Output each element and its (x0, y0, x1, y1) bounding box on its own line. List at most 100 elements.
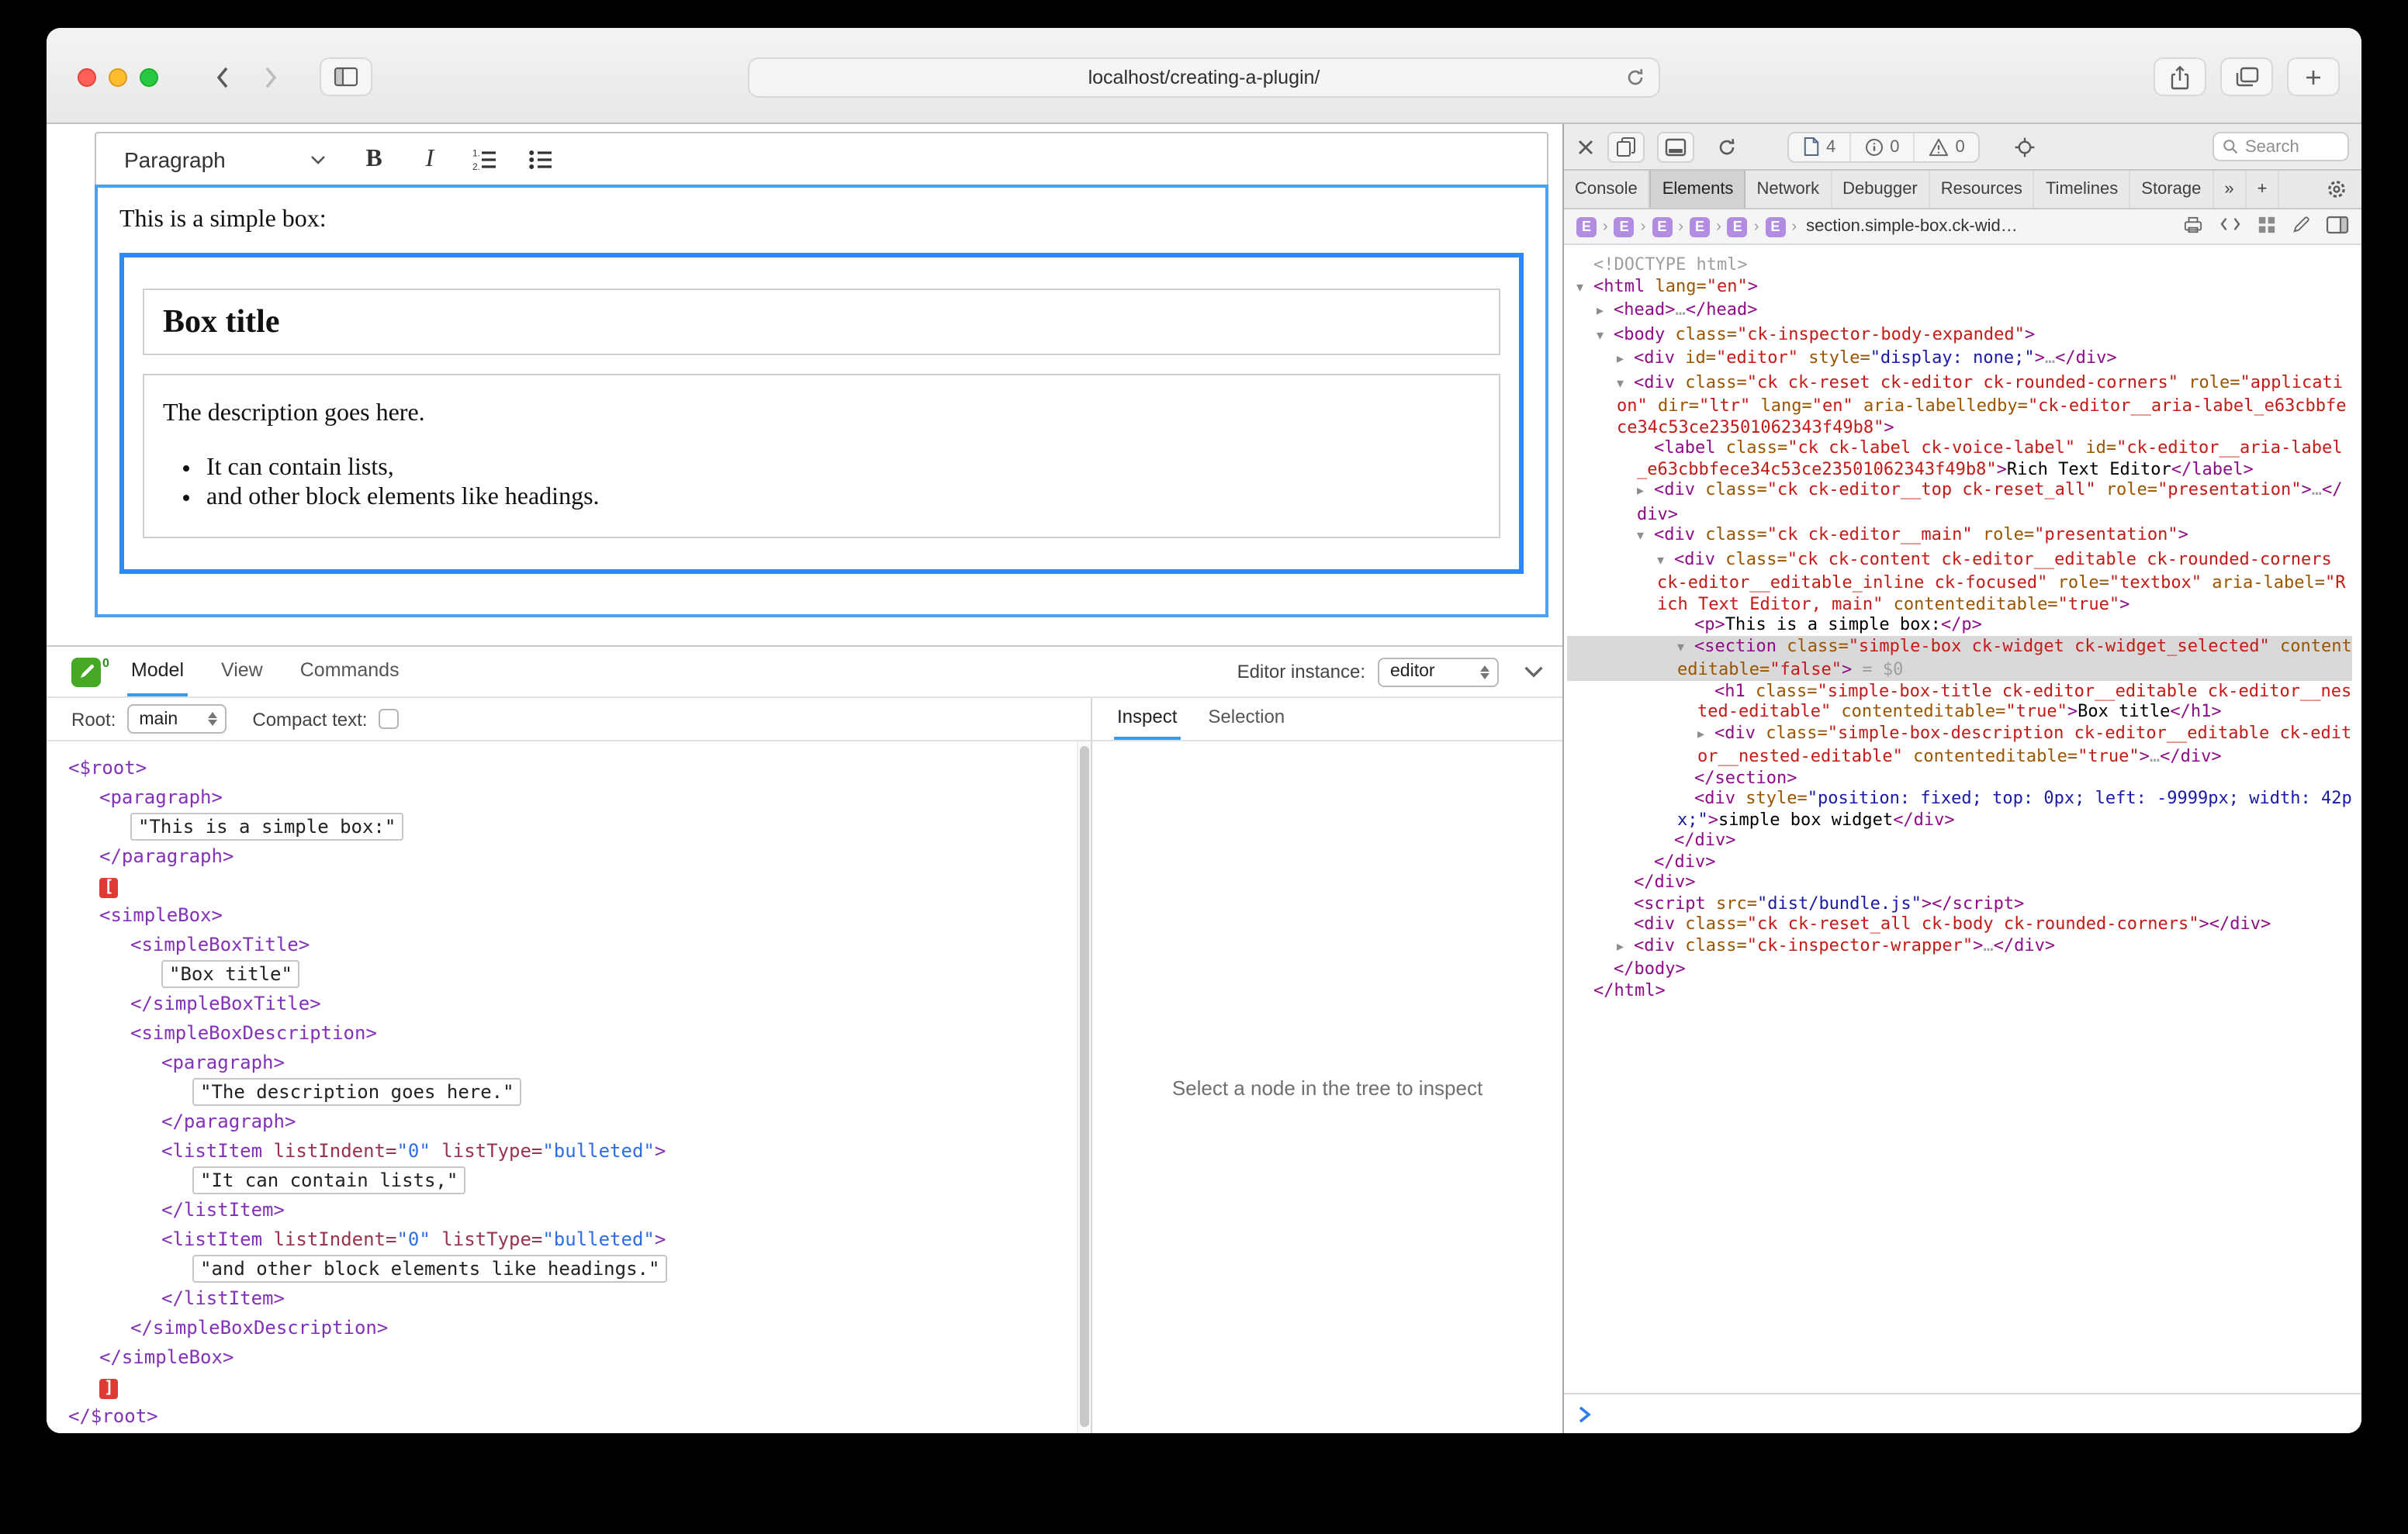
disclosure-triangle-icon[interactable]: ▸ (1637, 482, 1654, 503)
disclosure-triangle-icon[interactable]: ▸ (1617, 351, 1634, 371)
add-tab-button[interactable]: + (2247, 171, 2280, 208)
element-crumb-icon[interactable]: E (1728, 216, 1748, 237)
model-text-node[interactable]: "Box title" (161, 960, 300, 988)
dom-tree-node[interactable]: ▾<html lang="en"> (1567, 275, 2352, 299)
model-tree-node[interactable]: "This is a simple box:" (68, 813, 1069, 842)
disclosure-triangle-icon[interactable]: ▾ (1576, 278, 1593, 299)
side-tab-inspect[interactable]: Inspect (1114, 706, 1180, 740)
model-tree-node[interactable]: </$root> (68, 1402, 1069, 1432)
model-tree-node[interactable]: </paragraph> (68, 842, 1069, 872)
model-tree-scrollbar[interactable] (1077, 741, 1091, 1433)
model-tree-node[interactable]: </simpleBoxTitle> (68, 990, 1069, 1019)
model-text-node[interactable]: "The description goes here." (192, 1078, 522, 1106)
forward-button[interactable] (254, 62, 289, 93)
search-input[interactable]: Search (2213, 132, 2349, 161)
dom-tree-node[interactable]: <label class="ck ck-label ck-voice-label… (1567, 437, 2352, 479)
disclosure-triangle-icon[interactable]: ▸ (1697, 725, 1714, 746)
devtools-tab-resources[interactable]: Resources (1930, 171, 2035, 208)
dom-tree-node[interactable]: ▾<section class="simple-box ck-widget ck… (1567, 635, 2352, 680)
dom-tree-node[interactable]: <div style="position: fixed; top: 0px; l… (1567, 788, 2352, 830)
model-tree-node[interactable]: </listItem> (68, 1284, 1069, 1314)
dom-tree-node[interactable]: ▸<div id="editor" style="display: none;"… (1567, 347, 2352, 371)
model-tree-node[interactable]: <simpleBoxTitle> (68, 931, 1069, 960)
model-tree-node[interactable]: "Box title" (68, 960, 1069, 990)
model-tree-node[interactable]: </listItem> (68, 1196, 1069, 1225)
model-tree-node[interactable]: <simpleBoxDescription> (68, 1019, 1069, 1049)
reload-icon[interactable] (1624, 67, 1646, 96)
dom-tree-node[interactable]: <p>This is a simple box:</p> (1567, 614, 2352, 635)
warning-count-badge[interactable]: 0 (1915, 133, 1979, 161)
element-crumb-icon[interactable]: E (1652, 216, 1672, 237)
model-tree-node[interactable]: [ (68, 872, 1069, 901)
dom-tree-node[interactable]: ▾<div class="ck ck-reset ck-editor ck-ro… (1567, 371, 2352, 437)
tabs-overflow-button[interactable]: » (2213, 171, 2246, 208)
dom-tree-node[interactable]: </body> (1567, 959, 2352, 979)
editor-editable-area[interactable]: This is a simple box: Box title The desc… (95, 185, 1548, 617)
model-tree-node[interactable]: </simpleBoxDescription> (68, 1314, 1069, 1343)
numbered-list-button[interactable]: 1.2. (462, 139, 509, 179)
dom-tree-node[interactable]: ▾<div class="ck ck-editor__main" role="p… (1567, 524, 2352, 548)
model-tree-node[interactable]: <$root> (68, 754, 1069, 783)
dom-tree-node[interactable]: <!DOCTYPE html> (1567, 254, 2352, 275)
disclosure-triangle-icon[interactable]: ▾ (1637, 527, 1654, 548)
minimize-button[interactable] (109, 68, 127, 87)
dom-tree-node[interactable]: <h1 class="simple-box-title ck-editor__e… (1567, 680, 2352, 722)
model-tree-node[interactable]: <paragraph> (68, 1049, 1069, 1078)
model-tree-node[interactable]: </paragraph> (68, 1107, 1069, 1137)
simple-box-title-field[interactable]: Box title (143, 288, 1500, 355)
devtools-tab-network[interactable]: Network (1745, 171, 1832, 208)
dom-tree-node[interactable]: ▾<div class="ck ck-content ck-editor__ed… (1567, 548, 2352, 614)
sidebar-toggle-button[interactable] (320, 57, 372, 96)
model-tree-node[interactable]: <listItem listIndent="0" listType="bulle… (68, 1225, 1069, 1255)
model-tree-node[interactable]: <listItem listIndent="0" listType="bulle… (68, 1137, 1069, 1166)
model-tree-node[interactable]: </simpleBox> (68, 1343, 1069, 1373)
disclosure-triangle-icon[interactable]: ▾ (1617, 375, 1634, 396)
tab-count-badge[interactable]: 4 (1789, 133, 1851, 161)
disclosure-triangle-icon[interactable]: ▾ (1657, 551, 1674, 572)
tab-commands[interactable]: Commands (297, 647, 403, 696)
list-item[interactable]: and other block elements like headings. (206, 482, 1480, 512)
model-text-node[interactable]: "and other block elements like headings.… (192, 1255, 667, 1283)
element-crumb-icon[interactable]: E (1576, 216, 1597, 237)
new-tab-button[interactable] (2287, 57, 2340, 96)
side-tab-selection[interactable]: Selection (1205, 706, 1288, 740)
devtools-tab-debugger[interactable]: Debugger (1832, 171, 1930, 208)
dom-tree-node[interactable]: ▸<div class="ck ck-editor__top ck-reset_… (1567, 479, 2352, 524)
dom-tree-node[interactable]: </html> (1567, 979, 2352, 1000)
element-picker-button[interactable] (2015, 136, 2036, 157)
root-select[interactable]: main (126, 704, 226, 734)
breadcrumb-current[interactable]: section.simple-box.ck-wid… (1806, 217, 2018, 236)
back-button[interactable] (205, 62, 239, 93)
scrollbar-thumb[interactable] (1080, 746, 1089, 1427)
compact-text-checkbox[interactable] (378, 709, 398, 729)
devtools-tab-console[interactable]: Console (1564, 171, 1650, 208)
close-inspector-button[interactable] (1576, 137, 1595, 156)
share-button[interactable] (2154, 57, 2206, 96)
print-styles-button[interactable] (2183, 215, 2203, 238)
devtools-tab-elements[interactable]: Elements (1650, 171, 1746, 208)
model-text-node[interactable]: "This is a simple box:" (130, 813, 403, 841)
dom-tree-node[interactable]: </div> (1567, 830, 2352, 851)
zoom-button[interactable] (140, 68, 158, 87)
dom-tree-node[interactable]: <script src="dist/bundle.js"></script> (1567, 893, 2352, 914)
reload-page-button[interactable] (1716, 136, 1738, 157)
devtools-tab-storage[interactable]: Storage (2130, 171, 2213, 208)
model-tree-node[interactable]: <simpleBox> (68, 901, 1069, 931)
detach-inspector-button[interactable] (1607, 131, 1645, 162)
dom-tree-node[interactable]: </section> (1567, 767, 2352, 788)
inspector-collapse-button[interactable] (1524, 665, 1544, 678)
console-prompt[interactable] (1564, 1393, 2361, 1433)
heading-dropdown[interactable]: Paragraph (109, 138, 341, 180)
dom-tree-node[interactable]: </div> (1567, 872, 2352, 893)
bold-button[interactable]: B (351, 139, 397, 179)
dom-tree-node[interactable]: ▸<head>…</head> (1567, 299, 2352, 323)
disclosure-triangle-icon[interactable]: ▸ (1617, 938, 1634, 959)
model-text-node[interactable]: "It can contain lists," (192, 1166, 465, 1194)
element-crumb-icon[interactable]: E (1690, 216, 1710, 237)
disclosure-triangle-icon[interactable]: ▸ (1597, 302, 1614, 323)
editor-instance-select[interactable]: editor (1378, 657, 1499, 686)
disclosure-triangle-icon[interactable]: ▾ (1677, 638, 1694, 659)
address-bar[interactable]: localhost/creating-a-plugin/ (748, 57, 1660, 98)
dom-tree-node[interactable]: ▸<div class="ck-inspector-wrapper">…</di… (1567, 935, 2352, 959)
tab-view[interactable]: View (218, 647, 266, 696)
